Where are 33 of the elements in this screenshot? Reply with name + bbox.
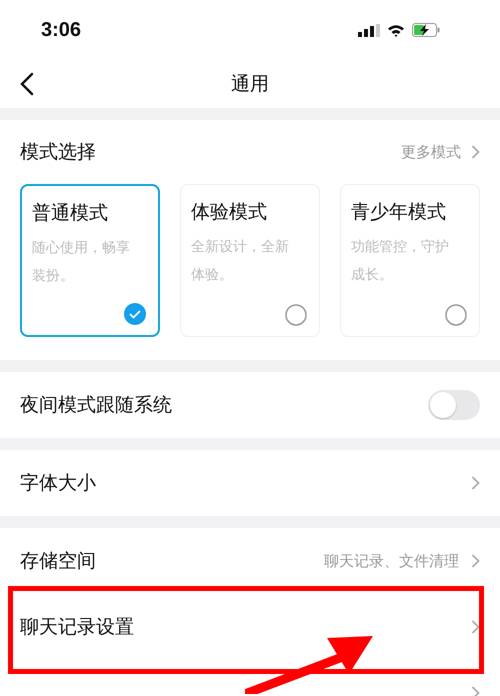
row-label: 聊天记录设置 (20, 615, 134, 640)
mode-name: 青少年模式 (351, 200, 447, 225)
settings-row[interactable]: 字体大小 (0, 450, 500, 516)
mode-name: 普通模式 (32, 201, 109, 226)
settings-row[interactable]: 存储空间 聊天记录、文件清理 (0, 528, 500, 594)
mode-card[interactable]: 普通模式 随心使用，畅享装扮。 (20, 184, 160, 337)
chevron-icon (471, 475, 480, 491)
status-time: 3:06 (41, 18, 82, 42)
chevron-icon (471, 144, 480, 160)
row-label: 夜间模式跟随系统 (20, 393, 172, 418)
wifi-icon (387, 24, 405, 36)
mode-name: 体验模式 (191, 200, 268, 225)
mode-card[interactable]: 青少年模式 功能管控，守护成长。 (340, 184, 480, 337)
toggle-switch[interactable] (428, 390, 480, 420)
row-label: 字体大小 (20, 471, 96, 496)
mode-description: 随心使用，畅享装扮。 (32, 239, 131, 286)
mode-card[interactable]: 体验模式 全新设计，全新体验。 (180, 184, 320, 337)
mode-description: 全新设计，全新体验。 (191, 238, 290, 285)
radio-icon (445, 304, 467, 326)
check-icon (124, 303, 146, 325)
radio-icon (285, 304, 307, 326)
section-title: 模式选择 (20, 140, 96, 165)
chevron-icon (471, 619, 480, 635)
settings-row[interactable]: 聊天记录设置 (0, 594, 500, 660)
mode-description: 功能管控，守护成长。 (351, 238, 450, 285)
row-detail: 聊天记录、文件清理 (324, 552, 459, 570)
page-title: 通用 (231, 72, 269, 97)
back-icon[interactable] (20, 72, 34, 96)
battery-charging-icon (412, 23, 440, 37)
chevron-icon (471, 553, 480, 569)
row-label: 存储空间 (20, 549, 96, 574)
settings-row[interactable]: 夜间模式跟随系统 (0, 372, 500, 438)
signal-icon (358, 24, 380, 36)
